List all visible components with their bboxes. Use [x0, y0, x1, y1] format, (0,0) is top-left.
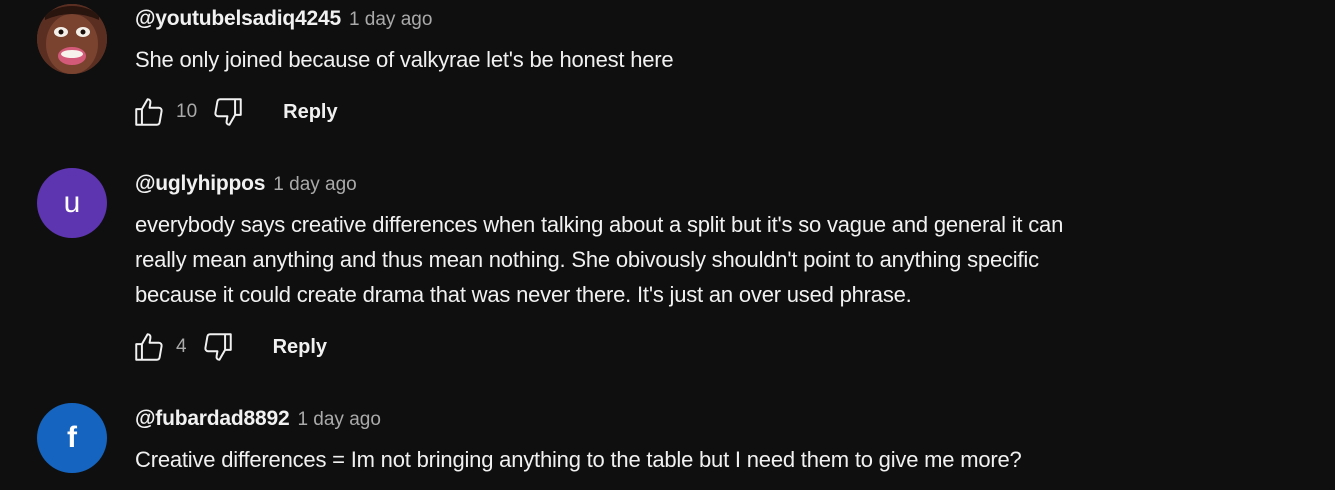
like-count: 4 [176, 336, 187, 357]
reply-button[interactable]: Reply [273, 336, 327, 359]
comment-text-line: She only joined because of valkyrae let'… [135, 47, 674, 72]
dislike-button[interactable] [211, 95, 245, 129]
avatar-photo [37, 4, 107, 74]
thumbs-down-icon [214, 98, 242, 126]
comment-actions: 10 Reply [132, 94, 338, 130]
avatar-letter: f [67, 421, 77, 454]
comment-timestamp[interactable]: 1 day ago [297, 409, 380, 431]
dislike-button[interactable] [201, 330, 235, 364]
comment-text: She only joined because of valkyrae let'… [135, 42, 674, 77]
comment-header: @fubardad8892 1 day ago [135, 407, 381, 431]
reply-button[interactable]: Reply [283, 101, 337, 124]
comment-timestamp[interactable]: 1 day ago [273, 174, 356, 196]
thumbs-up-icon [135, 98, 163, 126]
comment-text: Creative differences = Im not bringing a… [135, 442, 1022, 477]
comment-header: @uglyhippos 1 day ago [135, 172, 357, 196]
avatar-letter: u [63, 186, 81, 219]
comment-text-line: because it could create drama that was n… [135, 282, 912, 307]
comment-author[interactable]: @fubardad8892 [135, 407, 290, 431]
like-button[interactable] [132, 95, 166, 129]
like-button[interactable] [132, 330, 166, 364]
thumbs-up-icon [135, 333, 163, 361]
thumbs-down-icon [203, 333, 232, 361]
comment-text-line: everybody says creative differences when… [135, 212, 1064, 237]
avatar[interactable]: f [37, 403, 107, 473]
comment-header: @youtubelsadiq4245 1 day ago [135, 7, 432, 31]
comment-author[interactable]: @youtubelsadiq4245 [135, 7, 341, 31]
comment-text-line: Creative differences = Im not bringing a… [135, 447, 1022, 472]
avatar[interactable]: u [37, 168, 107, 238]
comment-timestamp[interactable]: 1 day ago [349, 9, 432, 31]
comment-author[interactable]: @uglyhippos [135, 172, 265, 196]
comment-actions: 4 Reply [132, 329, 327, 365]
comment-text-line: really mean anything and thus mean nothi… [135, 247, 1039, 272]
avatar[interactable] [37, 4, 107, 74]
comment-text: everybody says creative differences when… [135, 207, 1063, 312]
like-count: 10 [176, 101, 198, 122]
